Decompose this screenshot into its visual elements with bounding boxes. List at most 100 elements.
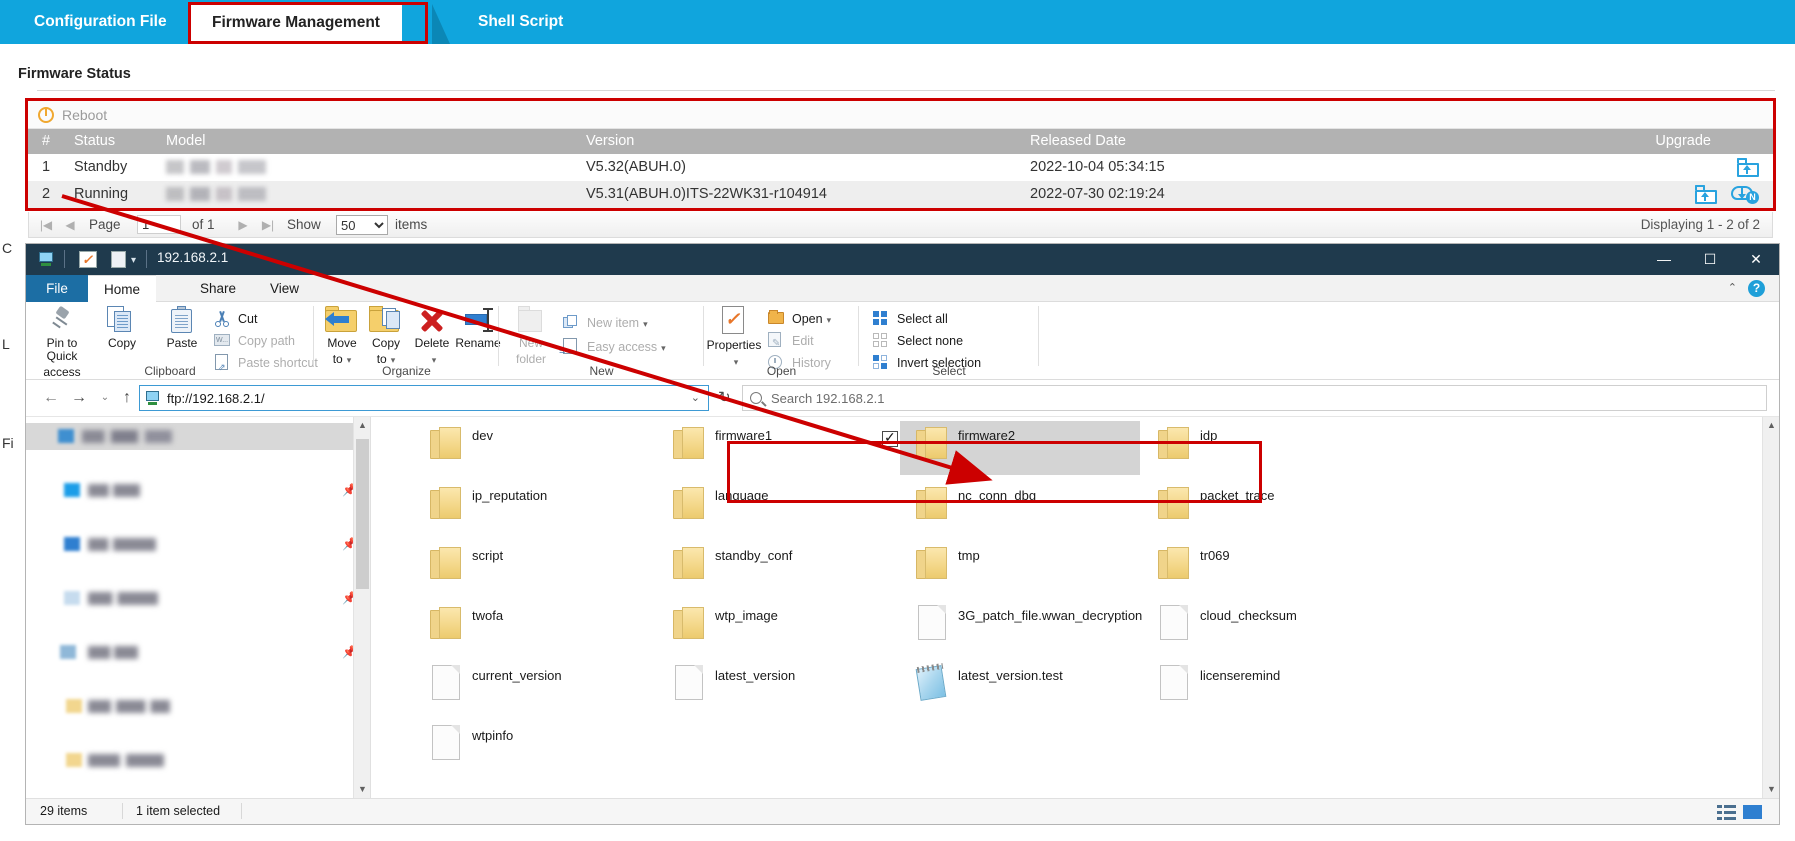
tab-shell-script[interactable]: Shell Script (462, 0, 579, 44)
new-folder-icon (516, 306, 546, 334)
table-row[interactable]: 2 Running V5.31(ABUH.0)ITS-22WK31-r10491… (28, 181, 1773, 208)
pager-last-button[interactable]: ▶| (259, 216, 277, 234)
scroll-down-button[interactable]: ▼ (1763, 781, 1779, 798)
scroll-down-button[interactable]: ▼ (354, 781, 371, 798)
edit-button[interactable]: Edit (766, 330, 814, 352)
new-folder-button[interactable]: New folder (503, 306, 559, 366)
properties-button[interactable]: ✓ Properties ▾ (706, 306, 762, 369)
ribbon-group-open: ✓ Properties ▾ Open▾ Edit History Open (704, 302, 859, 380)
item-checkbox[interactable] (882, 431, 898, 447)
list-item[interactable]: standby_conf (657, 541, 897, 595)
ribbon-tab-share[interactable]: Share (184, 275, 252, 302)
chevron-down-icon[interactable]: ⌄ (691, 391, 700, 404)
folder-upload-icon[interactable] (1695, 185, 1717, 204)
chevron-down-icon[interactable]: ▾ (131, 255, 136, 266)
list-item[interactable]: wtp_image (657, 601, 897, 655)
maximize-button[interactable]: ☐ (1687, 244, 1733, 275)
list-item[interactable]: twofa (414, 601, 654, 655)
properties-quick-icon[interactable]: ✓ (79, 251, 97, 268)
nav-item-redacted[interactable]: 📌 (26, 585, 370, 612)
help-icon[interactable]: ? (1748, 280, 1765, 297)
pager-show-label: Show (287, 216, 321, 234)
folder-upload-icon[interactable] (1737, 158, 1759, 177)
tab-firmware-management[interactable]: Firmware Management (190, 4, 402, 42)
ftp-site-icon[interactable] (38, 251, 56, 268)
pager-page-input[interactable] (137, 215, 181, 234)
file-name: firmware1 (715, 428, 772, 443)
list-item[interactable]: ip_reputation (414, 481, 654, 535)
file-icon (432, 725, 460, 760)
nav-item-redacted[interactable]: 📌 (26, 531, 370, 558)
nav-item-redacted[interactable]: 📌 (26, 639, 370, 666)
pager-page-size-select[interactable]: 102550100 (336, 215, 388, 235)
cut-button[interactable]: Cut (212, 308, 257, 330)
table-row[interactable]: 1 Standby V5.32(ABUH.0) 2022-10-04 05:34… (28, 154, 1773, 181)
easy-access-label: Easy access (587, 340, 657, 354)
cloud-download-icon[interactable]: N (1731, 184, 1759, 204)
explorer-title-bar[interactable]: ✓ ▾ 192.168.2.1 — ☐ ✕ (26, 244, 1779, 275)
list-item[interactable]: licenseremind (1142, 661, 1382, 715)
list-item[interactable]: idp (1142, 421, 1382, 475)
forward-button[interactable]: → (68, 387, 90, 409)
pager-first-button[interactable]: |◀ (37, 216, 55, 234)
list-item[interactable]: firmware1 (657, 421, 897, 475)
new-item-button[interactable]: New item▾ (561, 312, 648, 334)
address-input[interactable]: ftp://192.168.2.1/ ⌄ (139, 385, 709, 411)
tab-shadow (432, 4, 450, 44)
nav-item-redacted[interactable]: 📌 (26, 477, 370, 504)
pager-next-button[interactable]: ▶ (234, 216, 252, 234)
copy-button[interactable]: Copy (94, 306, 150, 350)
list-item[interactable]: tr069 (1142, 541, 1382, 595)
list-item[interactable]: latest_version.test (900, 661, 1140, 715)
easy-access-button[interactable]: Easy access▾ (561, 336, 666, 358)
list-item[interactable]: language (657, 481, 897, 535)
nav-item-redacted[interactable] (26, 747, 370, 774)
list-item[interactable]: firmware2 (900, 421, 1140, 475)
select-all-button[interactable]: Select all (871, 308, 948, 330)
scroll-up-button[interactable]: ▲ (354, 417, 371, 434)
tiles-view-icon[interactable] (1743, 803, 1763, 821)
list-item[interactable]: 3G_patch_file.wwan_decryption (900, 601, 1175, 655)
minimize-button[interactable]: — (1641, 244, 1687, 275)
list-item[interactable]: wtpinfo (414, 721, 654, 775)
list-item[interactable]: latest_version (657, 661, 897, 715)
paste-button[interactable]: Paste (154, 306, 210, 350)
ribbon-tab-file[interactable]: File (26, 275, 88, 302)
list-item[interactable]: dev (414, 421, 654, 475)
ribbon-tab-home[interactable]: Home (88, 275, 156, 302)
scroll-thumb[interactable] (356, 439, 369, 589)
collapse-ribbon-icon[interactable]: ⌃ (1728, 281, 1737, 294)
details-view-icon[interactable] (1717, 803, 1737, 821)
file-name: wtp_image (715, 608, 778, 623)
scroll-up-button[interactable]: ▲ (1763, 417, 1779, 434)
col-header-released-date: Released Date (1030, 129, 1320, 154)
pager-prev-button[interactable]: ◀ (61, 216, 79, 234)
list-item[interactable]: cloud_checksum (1142, 601, 1382, 655)
delete-icon (417, 306, 447, 334)
reboot-button[interactable]: Reboot (38, 104, 107, 126)
ribbon: Pin to Quick access Copy Paste Cut W... (26, 302, 1779, 380)
tab-configuration-file[interactable]: Configuration File (18, 0, 183, 44)
select-none-button[interactable]: Select none (871, 330, 963, 352)
nav-item-redacted[interactable] (26, 423, 370, 450)
col-header-version: Version (586, 129, 1076, 154)
new-folder-quick-icon[interactable] (111, 251, 126, 268)
up-button[interactable]: ↑ (116, 387, 138, 409)
back-button[interactable]: ← (40, 387, 62, 409)
open-button[interactable]: Open▾ (766, 308, 831, 330)
list-item[interactable]: nc_conn_dbg (900, 481, 1140, 535)
list-item[interactable]: tmp (900, 541, 1140, 595)
nav-pane-scrollbar[interactable]: ▲ ▼ (353, 417, 370, 798)
close-button[interactable]: ✕ (1733, 244, 1779, 275)
list-item[interactable]: current_version (414, 661, 654, 715)
recent-locations-button[interactable]: ⌄ (94, 387, 116, 409)
list-item[interactable]: script (414, 541, 654, 595)
paste-label: Paste (154, 337, 210, 350)
ribbon-tab-view[interactable]: View (254, 275, 315, 302)
search-input[interactable]: Search 192.168.2.1 (742, 385, 1767, 411)
list-item[interactable]: packet_trace (1142, 481, 1382, 535)
file-pane-scrollbar[interactable]: ▲ ▼ (1762, 417, 1779, 798)
copy-path-button[interactable]: W... Copy path (212, 330, 295, 352)
refresh-button[interactable]: ↻ (718, 388, 731, 406)
nav-item-redacted[interactable] (26, 693, 370, 720)
